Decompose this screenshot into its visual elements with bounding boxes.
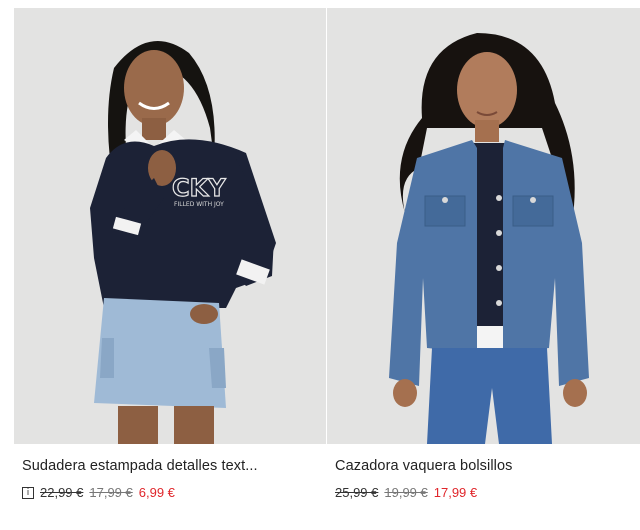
product-grid: CKY FILLED WITH JOY Sudadera estampada d…: [14, 8, 640, 530]
girl-sweatshirt-image: CKY FILLED WITH JOY: [14, 8, 326, 444]
sweater-print: CKY: [172, 174, 226, 202]
product-prices: 25,99 € 19,99 € 17,99 €: [335, 485, 477, 500]
product-image[interactable]: [327, 8, 640, 444]
product-card[interactable]: Cazadora vaquera bolsillos 25,99 € 19,99…: [327, 8, 640, 530]
product-image[interactable]: CKY FILLED WITH JOY: [14, 8, 326, 444]
price-current: 17,99 €: [433, 485, 478, 500]
girl-denim-jacket-image: [327, 8, 640, 444]
price-previous: 19,99 €: [384, 485, 428, 500]
info-icon[interactable]: i: [22, 486, 34, 499]
price-original: 25,99 €: [335, 485, 379, 500]
price-current: 6,99 €: [138, 485, 175, 500]
product-title[interactable]: Cazadora vaquera bolsillos: [335, 458, 513, 474]
price-original: 22,99 €: [40, 485, 84, 500]
product-prices: i 22,99 € 17,99 € 6,99 €: [22, 485, 175, 500]
product-title[interactable]: Sudadera estampada detalles text...: [22, 458, 258, 474]
product-card[interactable]: CKY FILLED WITH JOY Sudadera estampada d…: [14, 8, 326, 530]
price-previous: 17,99 €: [89, 485, 133, 500]
sweater-subprint: FILLED WITH JOY: [174, 201, 224, 208]
